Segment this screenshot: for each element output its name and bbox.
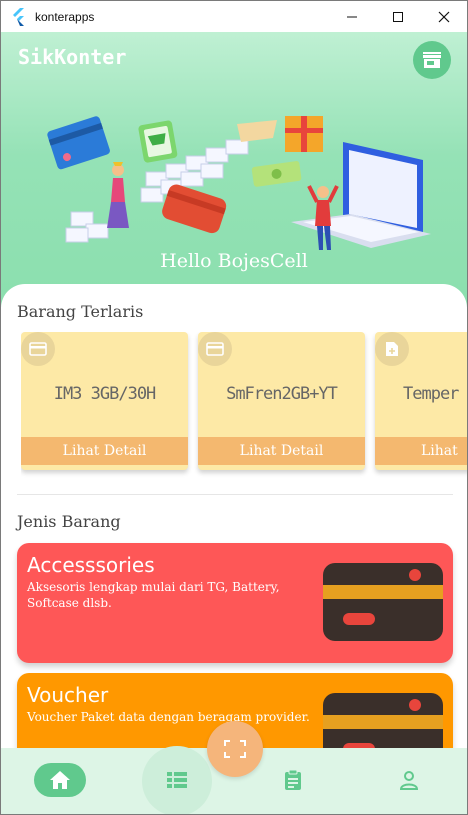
person-icon — [399, 771, 419, 790]
list-icon — [167, 772, 187, 788]
nav-list[interactable] — [157, 758, 197, 802]
bestseller-card[interactable]: SmFren2GB+YT Lihat Detail — [198, 332, 365, 470]
scan-icon — [224, 740, 246, 758]
close-icon — [438, 11, 450, 22]
card-icon — [21, 332, 55, 366]
category-card-accessories[interactable]: Accesssories Aksesoris lengkap mulai dar… — [17, 543, 453, 663]
card-illustration-icon — [323, 563, 443, 641]
card-title: IM3 3GB/30H — [53, 384, 157, 404]
detail-button[interactable]: Lihat Detail — [21, 437, 188, 465]
clipboard-icon — [285, 769, 301, 790]
close-button[interactable] — [421, 1, 467, 32]
hero-illustration — [47, 116, 431, 250]
minimize-button[interactable] — [329, 1, 375, 32]
maximize-button[interactable] — [375, 1, 421, 32]
window-controls — [329, 1, 467, 32]
greeting-text: Hello BojesCell — [160, 250, 308, 272]
minimize-icon — [347, 16, 357, 17]
section-title-bestseller: Barang Terlaris — [17, 302, 144, 321]
maximize-icon — [393, 11, 403, 22]
brand-title: SikKonter — [18, 45, 127, 69]
scan-fab-button[interactable] — [207, 721, 263, 777]
content-sheet: Barang Terlaris IM3 3GB/30H Lihat Detail… — [1, 284, 467, 764]
card-title: SmFren2GB+YT — [226, 384, 338, 404]
category-title: Voucher — [27, 683, 109, 707]
bestseller-card[interactable]: IM3 3GB/30H Lihat Detail — [21, 332, 188, 470]
nav-home[interactable] — [34, 763, 86, 797]
detail-button[interactable]: Lihat — [375, 437, 467, 465]
card-icon — [198, 332, 232, 366]
section-divider — [17, 494, 453, 495]
nav-profile[interactable] — [389, 758, 429, 802]
nav-reports[interactable] — [273, 758, 313, 802]
card-title: Temper — [403, 384, 459, 404]
bestseller-list[interactable]: IM3 3GB/30H Lihat Detail SmFren2GB+YT Li… — [21, 332, 467, 482]
bestseller-card[interactable]: Temper Lihat — [375, 332, 467, 470]
category-title: Accesssories — [27, 553, 155, 577]
add-document-icon — [375, 332, 409, 366]
detail-button[interactable]: Lihat Detail — [198, 437, 365, 465]
app-window: konterapps SikKonter Hello BojesCell Bar… — [0, 0, 468, 815]
title-bar: konterapps — [1, 1, 467, 32]
storefront-icon — [423, 52, 441, 68]
section-title-categories: Jenis Barang — [17, 512, 121, 531]
store-button[interactable] — [413, 41, 451, 79]
category-description: Aksesoris lengkap mulai dari TG, Battery… — [27, 580, 280, 610]
hero-header: SikKonter Hello BojesCell — [1, 32, 467, 307]
flutter-logo-icon — [13, 7, 24, 26]
window-title: konterapps — [35, 9, 95, 24]
home-icon — [50, 771, 70, 789]
category-description: Voucher Paket data dengan beragam provid… — [27, 710, 310, 724]
